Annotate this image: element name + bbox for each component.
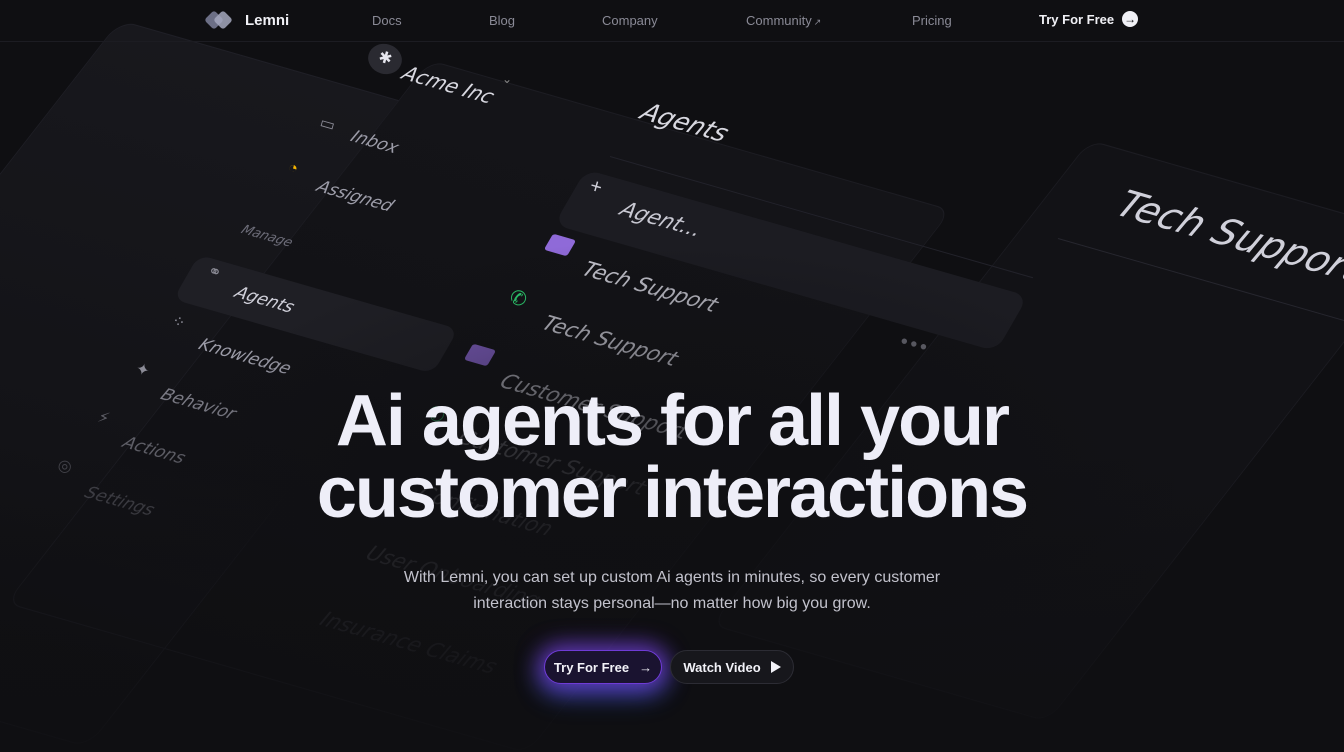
brand-logo[interactable]: Lemni (204, 10, 290, 30)
nav-link-community-label: Community (746, 13, 812, 28)
app-mockup-background: ✱ Acme Inc ⌄ ▭ Inbox ◔ Assigned Manage ⚭… (0, 0, 1344, 752)
nav-link-blog[interactable]: Blog (489, 13, 515, 28)
more-options-icon: ••• (897, 330, 933, 360)
chevron-down-icon: ⌄ (502, 72, 513, 86)
try-for-free-label: Try For Free (553, 659, 630, 675)
nav-try-free-label: Try For Free (1039, 11, 1115, 27)
nav-try-free-button[interactable]: Try For Free → (1039, 11, 1139, 27)
play-icon (770, 661, 781, 673)
hero-title-line-2: customer interactions (316, 453, 1029, 533)
lemni-logo-icon (204, 10, 233, 30)
nav-link-docs[interactable]: Docs (372, 13, 402, 28)
top-nav: Lemni Docs Blog Company Community ↗ Prici… (0, 0, 1344, 42)
hero-title-line-1: Ai agents for all your (335, 381, 1010, 461)
hero-title: Ai agents for all your customer interact… (0, 385, 1344, 529)
workspace-logo-icon: ✱ (364, 39, 406, 79)
watch-video-button[interactable]: Watch Video (670, 650, 794, 684)
brand-name: Lemni (245, 11, 290, 29)
arrow-right-circle-icon: → (1122, 11, 1139, 27)
nav-link-community[interactable]: Community ↗ (746, 13, 821, 28)
nav-link-pricing[interactable]: Pricing (912, 13, 952, 28)
arrow-right-icon: → (639, 659, 653, 675)
nav-link-company[interactable]: Company (602, 13, 658, 28)
try-for-free-button[interactable]: Try For Free → (544, 650, 662, 684)
watch-video-label: Watch Video (683, 659, 761, 675)
hero-subtitle: With Lemni, you can set up custom Ai age… (403, 569, 941, 612)
external-link-icon: ↗ (813, 17, 822, 27)
